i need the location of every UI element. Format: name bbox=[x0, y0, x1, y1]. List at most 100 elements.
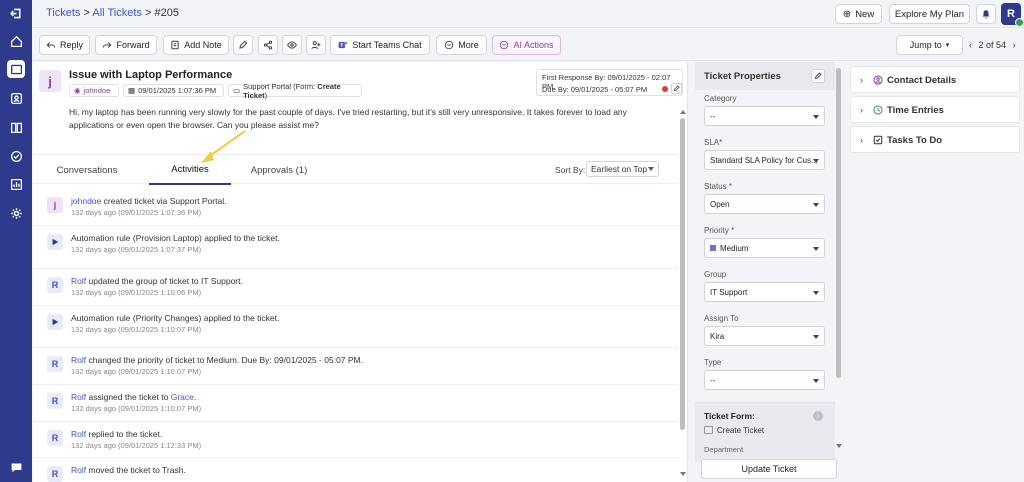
portal-icon: ▭ bbox=[233, 86, 241, 95]
overdue-indicator-icon bbox=[662, 86, 668, 92]
group-select[interactable]: IT Support bbox=[704, 282, 825, 302]
top-bar: Tickets > All Tickets > #205 ⊕ New Explo… bbox=[32, 0, 1024, 28]
chevron-down-icon bbox=[813, 247, 819, 251]
ticket-form-value: Create Ticket bbox=[717, 426, 765, 435]
pencil-icon bbox=[239, 40, 248, 49]
activity-user-link[interactable]: Rolf bbox=[71, 392, 86, 402]
contact-icon bbox=[873, 75, 883, 85]
activity-item: Automation rule (Priority Changes) appli… bbox=[33, 306, 678, 348]
activity-user-avatar: j bbox=[47, 197, 63, 213]
time-entries-section[interactable]: › Time Entries bbox=[850, 96, 1020, 123]
settings-icon[interactable] bbox=[7, 204, 25, 222]
share-button[interactable] bbox=[258, 35, 278, 55]
activity-user-avatar: R bbox=[47, 466, 63, 482]
activity-text: Rolf assigned the ticket to Grace. bbox=[71, 392, 197, 402]
forward-icon bbox=[103, 42, 112, 48]
activity-user-link[interactable]: johndoe bbox=[71, 196, 101, 206]
activity-item: R Rolf assigned the ticket to Grace. 132 d… bbox=[33, 385, 678, 422]
type-select[interactable]: -- bbox=[704, 370, 825, 390]
new-button[interactable]: ⊕ New bbox=[835, 4, 882, 24]
activity-user-avatar: R bbox=[47, 430, 63, 446]
update-ticket-button[interactable]: Update Ticket bbox=[701, 459, 837, 479]
watch-button[interactable] bbox=[282, 35, 302, 55]
eye-icon bbox=[287, 41, 297, 49]
user-avatar[interactable]: R bbox=[1001, 3, 1024, 27]
automation-play-icon bbox=[47, 234, 63, 250]
activity-user-link[interactable]: Rolf bbox=[71, 355, 86, 365]
scrollbar-thumb[interactable] bbox=[836, 68, 841, 378]
logout-icon[interactable] bbox=[7, 4, 25, 22]
sort-label: Sort By: bbox=[555, 165, 586, 175]
add-user-button[interactable] bbox=[306, 35, 326, 55]
type-label: Type bbox=[704, 358, 722, 367]
edit-button[interactable] bbox=[233, 35, 253, 55]
tab-approvals[interactable]: Approvals (1) bbox=[245, 155, 313, 185]
status-select[interactable]: Open bbox=[704, 194, 825, 214]
activity-timestamp: 132 days ago (09/01/2025 1:12:33 PM) bbox=[71, 441, 202, 450]
reports-icon[interactable] bbox=[7, 175, 25, 193]
activity-text: Rolf changed the priority of ticket to M… bbox=[71, 355, 363, 365]
properties-scrollbar[interactable] bbox=[836, 62, 842, 454]
edit-properties-icon[interactable] bbox=[811, 69, 825, 83]
activity-user-avatar: R bbox=[47, 393, 63, 409]
share-icon bbox=[263, 40, 273, 50]
activity-agent-link[interactable]: Grace bbox=[171, 392, 194, 402]
created-date-chip: ▦ 09/01/2025 1:07:36 PM bbox=[123, 84, 224, 97]
reply-button[interactable]: Reply bbox=[39, 35, 90, 55]
activity-timestamp: 132 days ago (09/01/2025 1:10:07 PM) bbox=[71, 404, 202, 413]
activity-timestamp: 132 days ago (09/01/2025 1:10:06 PM) bbox=[71, 288, 202, 297]
activity-item: R Rolf changed the priority of ticket to … bbox=[33, 348, 678, 385]
breadcrumb-tickets[interactable]: Tickets bbox=[46, 7, 80, 19]
bell-icon bbox=[982, 10, 990, 19]
ai-actions-button[interactable]: AI Actions bbox=[492, 35, 561, 55]
add-note-button[interactable]: Add Note bbox=[163, 35, 229, 55]
activity-text: Automation rule (Priority Changes) appli… bbox=[71, 313, 280, 323]
sla-select[interactable]: Standard SLA Policy for Cus... bbox=[704, 150, 825, 170]
knowledge-base-icon[interactable] bbox=[7, 118, 25, 136]
explore-plan-button[interactable]: Explore My Plan bbox=[889, 4, 970, 24]
ticket-action-bar: Reply Forward Add Note Start Teams Chat … bbox=[32, 28, 1024, 61]
requester-chip[interactable]: ◉ johndoe bbox=[69, 84, 119, 97]
forward-button[interactable]: Forward bbox=[95, 35, 157, 55]
activity-timestamp: 132 days ago (09/01/2025 1:07:37 PM) bbox=[71, 245, 202, 254]
tab-conversations[interactable]: Conversations bbox=[49, 155, 125, 185]
contacts-icon[interactable] bbox=[7, 89, 25, 107]
info-icon[interactable]: i bbox=[813, 411, 823, 421]
scroll-down-icon[interactable] bbox=[680, 472, 686, 476]
jump-to-dropdown[interactable]: Jump to ▾ bbox=[896, 35, 963, 55]
contact-details-section[interactable]: › Contact Details bbox=[850, 66, 1020, 93]
home-icon[interactable] bbox=[7, 32, 25, 50]
activity-user-link[interactable]: Rolf bbox=[71, 276, 86, 286]
chevron-down-icon bbox=[813, 291, 819, 295]
previous-ticket-icon[interactable]: ‹ bbox=[969, 40, 972, 50]
start-teams-chat-button[interactable]: Start Teams Chat bbox=[330, 35, 430, 55]
main-scrollbar[interactable] bbox=[680, 62, 686, 482]
next-ticket-icon[interactable]: › bbox=[1013, 40, 1016, 50]
checkbox-icon bbox=[873, 135, 883, 145]
scrollbar-thumb[interactable] bbox=[680, 118, 685, 430]
ticket-description: Hi, my laptop has been running very slow… bbox=[69, 107, 627, 130]
priority-select[interactable]: Medium bbox=[704, 238, 825, 258]
category-select[interactable]: -- bbox=[704, 106, 825, 126]
assign-to-select[interactable]: Kira bbox=[704, 326, 825, 346]
automation-play-icon bbox=[47, 314, 63, 330]
activity-user-link[interactable]: Rolf bbox=[71, 465, 86, 475]
more-button[interactable]: More bbox=[436, 35, 487, 55]
online-status-icon bbox=[1015, 18, 1024, 27]
breadcrumb-all-tickets[interactable]: All Tickets bbox=[92, 7, 142, 19]
priority-color-icon bbox=[710, 245, 716, 251]
tasks-icon[interactable] bbox=[7, 147, 25, 165]
left-nav bbox=[0, 0, 32, 482]
chat-icon[interactable] bbox=[7, 458, 25, 476]
tickets-icon[interactable] bbox=[7, 60, 25, 78]
tasks-to-do-section[interactable]: › Tasks To Do bbox=[850, 126, 1020, 153]
activity-item: Automation rule (Provision Laptop) appli… bbox=[33, 226, 678, 269]
activity-user-link[interactable]: Rolf bbox=[71, 429, 86, 439]
scroll-down-icon[interactable] bbox=[836, 444, 842, 448]
scroll-up-icon[interactable] bbox=[680, 110, 686, 114]
notifications-button[interactable] bbox=[976, 4, 996, 24]
chevron-down-icon bbox=[813, 335, 819, 339]
sort-select[interactable]: Earliest on Top bbox=[586, 161, 659, 177]
ticket-properties-panel: Ticket Properties Category -- SLA* Stand… bbox=[695, 62, 843, 482]
activity-text: Automation rule (Provision Laptop) appli… bbox=[71, 233, 280, 243]
